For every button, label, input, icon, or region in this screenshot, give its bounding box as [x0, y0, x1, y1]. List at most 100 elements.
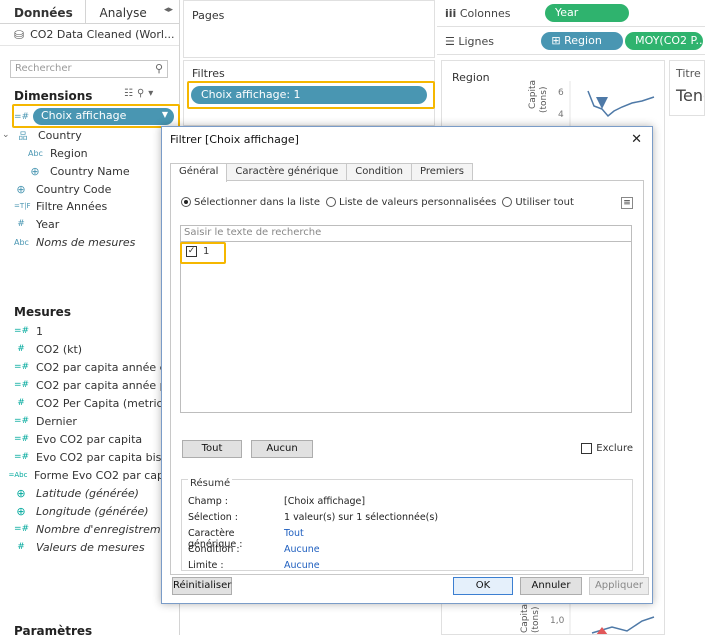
field-search-input[interactable]: Rechercher ⚲	[10, 60, 168, 78]
radio-select-list[interactable]: Sélectionner dans la liste	[181, 197, 320, 208]
measure-field[interactable]: =# CO2 par capita année pas	[0, 376, 180, 394]
close-icon[interactable]: ✕	[631, 132, 642, 147]
titre-card[interactable]: Titre Tend	[669, 60, 705, 116]
dimension-field-year[interactable]: # Year	[0, 215, 180, 233]
find-field-icon[interactable]: ⚲	[137, 88, 144, 99]
measure-field[interactable]: =# Evo CO2 par capita bis	[0, 448, 180, 466]
summary-link[interactable]: Aucune	[284, 560, 320, 571]
tab-donnees[interactable]: Données	[0, 0, 86, 23]
axis-label-top: Capita	[528, 80, 538, 109]
pages-shelf[interactable]: Pages	[183, 0, 435, 58]
radio-custom-list[interactable]: Liste de valeurs personnalisées	[326, 197, 496, 208]
dimension-field-filtre-annees[interactable]: =T|F Filtre Années	[0, 197, 180, 215]
calculated-number-icon: =#	[14, 452, 30, 462]
calculated-number-icon: =#	[14, 434, 30, 444]
radio-empty-icon	[326, 197, 336, 207]
ok-button[interactable]: OK	[453, 577, 513, 595]
field-label: Evo CO2 par capita	[36, 432, 143, 446]
measures-header: Mesures	[14, 305, 71, 319]
dimensions-menu-icon[interactable]: ▾	[148, 88, 153, 99]
measure-field[interactable]: # CO2 (kt)	[0, 340, 180, 358]
select-all-button[interactable]: Tout	[182, 440, 242, 458]
axis-label-bottom-unit: (tons)	[531, 607, 541, 633]
collapse-chevron-icon[interactable]: ⌄	[2, 130, 16, 140]
dimension-field-noms-de-mesures[interactable]: Abc Noms de mesures	[0, 233, 180, 251]
lignes-text: Lignes	[458, 34, 495, 48]
colonnes-pill-year[interactable]: Year	[545, 4, 629, 22]
lignes-label: ☰ Lignes	[437, 35, 541, 48]
datasource-item[interactable]: ⛁ CO2 Data Cleaned (Worl...	[0, 24, 179, 46]
view-toggle-icon[interactable]: ☷	[124, 88, 133, 99]
reset-button[interactable]: Réinitialiser	[172, 577, 232, 595]
colonnes-shelf[interactable]: iii Colonnes Year	[437, 0, 705, 27]
calculated-string-icon: =Abc	[8, 471, 28, 479]
select-none-button[interactable]: Aucun	[251, 440, 313, 458]
dimension-field-country-code[interactable]: ⊕ Country Code	[0, 180, 180, 198]
general-panel: Sélectionner dans la liste Liste de vale…	[170, 180, 644, 575]
boolean-icon: =T|F	[14, 202, 31, 210]
summary-value: [Choix affichage]	[284, 496, 366, 507]
titre-label: Titre	[676, 67, 701, 80]
field-label: Country	[38, 128, 82, 142]
checkbox-empty-icon[interactable]	[581, 443, 593, 454]
dimension-field-country-name[interactable]: ⊕ Country Name	[0, 162, 180, 180]
summary-group: Résumé Champ : [Choix affichage] Sélectio…	[181, 478, 633, 571]
field-label: Latitude (générée)	[36, 486, 139, 500]
checkbox-checked-icon[interactable]: ✓	[186, 246, 197, 257]
measure-field[interactable]: =# Nombre d'enregistrement	[0, 520, 180, 538]
tab-scroll-icon[interactable]: ◂▸	[164, 5, 173, 15]
filter-pill-choix-affichage[interactable]: Choix affichage: 1	[191, 86, 427, 104]
measure-field[interactable]: # Valeurs de mesures	[0, 538, 180, 556]
tab-analyse[interactable]: Analyse ◂▸	[86, 0, 179, 23]
list-search-input[interactable]: Saisir le texte de recherche	[181, 226, 631, 242]
field-label: Region	[50, 146, 88, 160]
values-list[interactable]: Saisir le texte de recherche ✓ 1	[180, 225, 632, 413]
chevron-down-icon[interactable]: ▼	[162, 110, 168, 119]
lignes-pill-co2[interactable]: MOY(CO2 P...	[625, 32, 703, 50]
tab-general[interactable]: Général	[170, 163, 228, 182]
measure-field[interactable]: =# 1	[0, 322, 180, 340]
field-label: CO2 par capita année pas	[36, 378, 180, 392]
choix-affichage-pill[interactable]: Choix affichage ▼	[33, 108, 174, 125]
filter-dialog[interactable]: Filtrer [Choix affichage] ✕ Général Cara…	[161, 126, 653, 604]
tab-premiers[interactable]: Premiers	[411, 163, 473, 181]
rows-icon: ☰	[445, 34, 455, 48]
tab-analyse-label: Analyse	[99, 6, 147, 20]
measure-field[interactable]: =# Dernier	[0, 412, 180, 430]
tab-condition[interactable]: Condition	[346, 163, 413, 181]
tab-caractere-generique[interactable]: Caractère générique	[226, 163, 348, 181]
measure-field[interactable]: # CO2 Per Capita (metric to	[0, 394, 180, 412]
field-label: Forme Evo CO2 par capita	[34, 468, 179, 482]
measure-field[interactable]: =# CO2 par capita année en c	[0, 358, 180, 376]
measure-field[interactable]: =Abc Forme Evo CO2 par capita	[0, 466, 180, 484]
measure-field[interactable]: =# Evo CO2 par capita	[0, 430, 180, 448]
measure-field[interactable]: ⊕ Longitude (générée)	[0, 502, 180, 520]
summary-key: Champ :	[188, 496, 228, 507]
field-label: CO2 par capita année en c	[36, 360, 180, 374]
datasource-label: CO2 Data Cleaned (Worl...	[30, 28, 175, 41]
axis-tick: 6	[558, 88, 564, 98]
string-icon: Abc	[14, 237, 29, 247]
lignes-pill-region[interactable]: ⊞ Region	[541, 32, 624, 50]
summary-link[interactable]: Aucune	[284, 544, 320, 555]
number-icon: #	[17, 542, 25, 552]
data-pane: Données Analyse ◂▸ ⛁ CO2 Data Cleaned (W…	[0, 0, 180, 635]
summary-row-selection: Sélection : 1 valeur(s) sur 1 sélectionné…	[188, 512, 438, 523]
radio-selected-icon	[181, 197, 191, 207]
search-icon[interactable]: ⚲	[155, 62, 163, 75]
measure-field[interactable]: ⊕ Latitude (générée)	[0, 484, 180, 502]
list-menu-icon[interactable]: ≡	[621, 197, 633, 209]
apply-button[interactable]: Appliquer	[589, 577, 649, 595]
cancel-button[interactable]: Annuler	[520, 577, 582, 595]
lignes-shelf[interactable]: ☰ Lignes ⊞ Region MOY(CO2 P...	[437, 28, 705, 55]
summary-key: Limite :	[188, 560, 224, 571]
axis-tick: 4	[558, 110, 564, 120]
field-label: Dernier	[36, 414, 77, 428]
radio-label: Sélectionner dans la liste	[194, 197, 320, 208]
exclure-checkbox[interactable]: Exclure	[581, 443, 633, 454]
filtres-shelf[interactable]: Filtres Choix affichage: 1	[183, 60, 435, 126]
dimension-field-region[interactable]: Abc Region	[0, 144, 180, 162]
list-item[interactable]: ✓ 1	[186, 246, 209, 257]
radio-use-all[interactable]: Utiliser tout	[502, 197, 574, 208]
dimension-field-country[interactable]: ⌄ 品 Country	[0, 126, 180, 144]
